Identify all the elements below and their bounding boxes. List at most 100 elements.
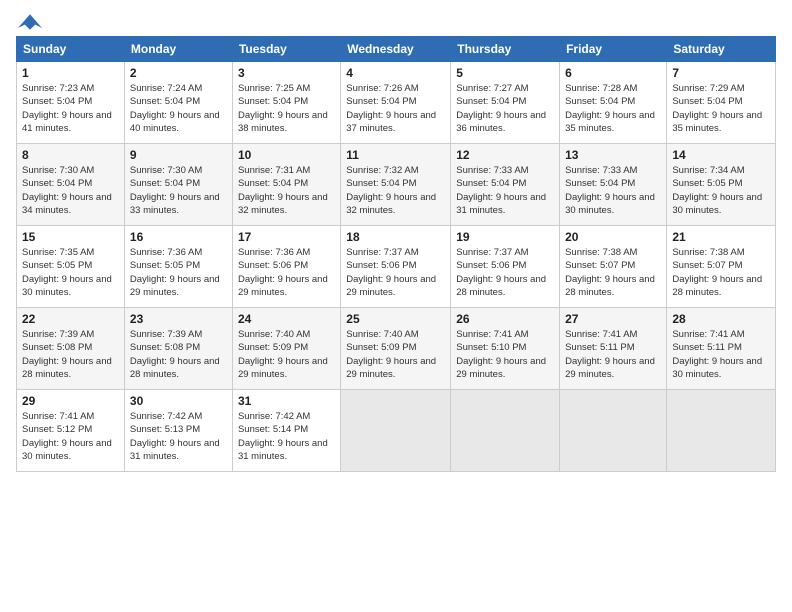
day-number: 18 bbox=[346, 230, 445, 244]
calendar-cell bbox=[560, 390, 667, 472]
calendar-cell: 6 Sunrise: 7:28 AMSunset: 5:04 PMDaylight… bbox=[560, 62, 667, 144]
day-number: 30 bbox=[130, 394, 227, 408]
day-info: Sunrise: 7:41 AMSunset: 5:12 PMDaylight:… bbox=[22, 410, 119, 463]
calendar-cell bbox=[451, 390, 560, 472]
calendar-cell: 24 Sunrise: 7:40 AMSunset: 5:09 PMDayligh… bbox=[232, 308, 340, 390]
calendar-cell: 18 Sunrise: 7:37 AMSunset: 5:06 PMDayligh… bbox=[341, 226, 451, 308]
day-number: 29 bbox=[22, 394, 119, 408]
day-info: Sunrise: 7:32 AMSunset: 5:04 PMDaylight:… bbox=[346, 164, 445, 217]
calendar-cell: 2 Sunrise: 7:24 AMSunset: 5:04 PMDaylight… bbox=[124, 62, 232, 144]
day-info: Sunrise: 7:25 AMSunset: 5:04 PMDaylight:… bbox=[238, 82, 335, 135]
calendar-cell bbox=[341, 390, 451, 472]
day-number: 22 bbox=[22, 312, 119, 326]
weekday-header: Monday bbox=[124, 37, 232, 62]
day-number: 4 bbox=[346, 66, 445, 80]
day-info: Sunrise: 7:35 AMSunset: 5:05 PMDaylight:… bbox=[22, 246, 119, 299]
calendar-cell: 23Sunrise: 7:39 AMSunset: 5:08 PMDayligh… bbox=[124, 308, 232, 390]
calendar-cell: 22 Sunrise: 7:39 AMSunset: 5:08 PMDayligh… bbox=[17, 308, 125, 390]
calendar-cell: 1 Sunrise: 7:23 AMSunset: 5:04 PMDaylight… bbox=[17, 62, 125, 144]
calendar-week-row: 22 Sunrise: 7:39 AMSunset: 5:08 PMDayligh… bbox=[17, 308, 776, 390]
day-info: Sunrise: 7:23 AMSunset: 5:04 PMDaylight:… bbox=[22, 82, 119, 135]
weekday-header: Thursday bbox=[451, 37, 560, 62]
calendar-cell: 8 Sunrise: 7:30 AMSunset: 5:04 PMDaylight… bbox=[17, 144, 125, 226]
calendar-cell: 3 Sunrise: 7:25 AMSunset: 5:04 PMDaylight… bbox=[232, 62, 340, 144]
day-info: Sunrise: 7:42 AMSunset: 5:13 PMDaylight:… bbox=[130, 410, 227, 463]
calendar-cell: 20 Sunrise: 7:38 AMSunset: 5:07 PMDayligh… bbox=[560, 226, 667, 308]
day-info: Sunrise: 7:27 AMSunset: 5:04 PMDaylight:… bbox=[456, 82, 554, 135]
day-number: 24 bbox=[238, 312, 335, 326]
calendar-cell: 14 Sunrise: 7:34 AMSunset: 5:05 PMDayligh… bbox=[667, 144, 776, 226]
weekday-header: Sunday bbox=[17, 37, 125, 62]
day-number: 5 bbox=[456, 66, 554, 80]
day-number: 13 bbox=[565, 148, 661, 162]
calendar-cell: 4 Sunrise: 7:26 AMSunset: 5:04 PMDaylight… bbox=[341, 62, 451, 144]
day-number: 11 bbox=[346, 148, 445, 162]
day-number: 1 bbox=[22, 66, 119, 80]
day-info: Sunrise: 7:39 AMSunset: 5:08 PMDaylight:… bbox=[22, 328, 119, 381]
weekday-header-row: SundayMondayTuesdayWednesdayThursdayFrid… bbox=[17, 37, 776, 62]
calendar-week-row: 15 Sunrise: 7:35 AMSunset: 5:05 PMDayligh… bbox=[17, 226, 776, 308]
day-info: Sunrise: 7:38 AMSunset: 5:07 PMDaylight:… bbox=[672, 246, 770, 299]
calendar-cell: 21 Sunrise: 7:38 AMSunset: 5:07 PMDayligh… bbox=[667, 226, 776, 308]
day-number: 9 bbox=[130, 148, 227, 162]
day-info: Sunrise: 7:31 AMSunset: 5:04 PMDaylight:… bbox=[238, 164, 335, 217]
day-info: Sunrise: 7:41 AMSunset: 5:11 PMDaylight:… bbox=[565, 328, 661, 381]
calendar-cell: 26Sunrise: 7:41 AMSunset: 5:10 PMDayligh… bbox=[451, 308, 560, 390]
day-info: Sunrise: 7:34 AMSunset: 5:05 PMDaylight:… bbox=[672, 164, 770, 217]
day-number: 25 bbox=[346, 312, 445, 326]
day-info: Sunrise: 7:41 AMSunset: 5:10 PMDaylight:… bbox=[456, 328, 554, 381]
calendar-cell: 12 Sunrise: 7:33 AMSunset: 5:04 PMDayligh… bbox=[451, 144, 560, 226]
calendar-cell: 15 Sunrise: 7:35 AMSunset: 5:05 PMDayligh… bbox=[17, 226, 125, 308]
day-info: Sunrise: 7:26 AMSunset: 5:04 PMDaylight:… bbox=[346, 82, 445, 135]
calendar-cell: 30 Sunrise: 7:42 AMSunset: 5:13 PMDayligh… bbox=[124, 390, 232, 472]
day-number: 16 bbox=[130, 230, 227, 244]
day-info: Sunrise: 7:36 AMSunset: 5:06 PMDaylight:… bbox=[238, 246, 335, 299]
day-info: Sunrise: 7:40 AMSunset: 5:09 PMDaylight:… bbox=[346, 328, 445, 381]
calendar-cell: 25 Sunrise: 7:40 AMSunset: 5:09 PMDayligh… bbox=[341, 308, 451, 390]
day-info: Sunrise: 7:30 AMSunset: 5:04 PMDaylight:… bbox=[22, 164, 119, 217]
calendar-cell: 16 Sunrise: 7:36 AMSunset: 5:05 PMDayligh… bbox=[124, 226, 232, 308]
calendar-week-row: 1 Sunrise: 7:23 AMSunset: 5:04 PMDaylight… bbox=[17, 62, 776, 144]
day-info: Sunrise: 7:42 AMSunset: 5:14 PMDaylight:… bbox=[238, 410, 335, 463]
calendar-cell: 31Sunrise: 7:42 AMSunset: 5:14 PMDayligh… bbox=[232, 390, 340, 472]
day-number: 15 bbox=[22, 230, 119, 244]
day-info: Sunrise: 7:30 AMSunset: 5:04 PMDaylight:… bbox=[130, 164, 227, 217]
calendar-cell: 29 Sunrise: 7:41 AMSunset: 5:12 PMDayligh… bbox=[17, 390, 125, 472]
day-number: 20 bbox=[565, 230, 661, 244]
calendar-cell: 19Sunrise: 7:37 AMSunset: 5:06 PMDayligh… bbox=[451, 226, 560, 308]
day-info: Sunrise: 7:38 AMSunset: 5:07 PMDaylight:… bbox=[565, 246, 661, 299]
day-info: Sunrise: 7:29 AMSunset: 5:04 PMDaylight:… bbox=[672, 82, 770, 135]
day-number: 21 bbox=[672, 230, 770, 244]
day-info: Sunrise: 7:36 AMSunset: 5:05 PMDaylight:… bbox=[130, 246, 227, 299]
calendar-container: SundayMondayTuesdayWednesdayThursdayFrid… bbox=[0, 0, 792, 482]
header-row bbox=[16, 12, 776, 28]
calendar-cell: 11 Sunrise: 7:32 AMSunset: 5:04 PMDayligh… bbox=[341, 144, 451, 226]
day-info: Sunrise: 7:24 AMSunset: 5:04 PMDaylight:… bbox=[130, 82, 227, 135]
calendar-cell: 5 Sunrise: 7:27 AMSunset: 5:04 PMDaylight… bbox=[451, 62, 560, 144]
day-number: 28 bbox=[672, 312, 770, 326]
day-number: 17 bbox=[238, 230, 335, 244]
day-number: 2 bbox=[130, 66, 227, 80]
calendar-cell: 27 Sunrise: 7:41 AMSunset: 5:11 PMDayligh… bbox=[560, 308, 667, 390]
day-number: 3 bbox=[238, 66, 335, 80]
day-info: Sunrise: 7:41 AMSunset: 5:11 PMDaylight:… bbox=[672, 328, 770, 381]
day-number: 7 bbox=[672, 66, 770, 80]
day-info: Sunrise: 7:39 AMSunset: 5:08 PMDaylight:… bbox=[130, 328, 227, 381]
day-info: Sunrise: 7:37 AMSunset: 5:06 PMDaylight:… bbox=[346, 246, 445, 299]
calendar-cell: 28 Sunrise: 7:41 AMSunset: 5:11 PMDayligh… bbox=[667, 308, 776, 390]
day-number: 10 bbox=[238, 148, 335, 162]
weekday-header: Tuesday bbox=[232, 37, 340, 62]
calendar-cell: 7 Sunrise: 7:29 AMSunset: 5:04 PMDaylight… bbox=[667, 62, 776, 144]
day-number: 14 bbox=[672, 148, 770, 162]
day-number: 6 bbox=[565, 66, 661, 80]
day-number: 12 bbox=[456, 148, 554, 162]
calendar-week-row: 8 Sunrise: 7:30 AMSunset: 5:04 PMDaylight… bbox=[17, 144, 776, 226]
day-info: Sunrise: 7:28 AMSunset: 5:04 PMDaylight:… bbox=[565, 82, 661, 135]
calendar-cell bbox=[667, 390, 776, 472]
day-number: 8 bbox=[22, 148, 119, 162]
calendar-cell: 10 Sunrise: 7:31 AMSunset: 5:04 PMDayligh… bbox=[232, 144, 340, 226]
calendar-cell: 13Sunrise: 7:33 AMSunset: 5:04 PMDayligh… bbox=[560, 144, 667, 226]
day-number: 27 bbox=[565, 312, 661, 326]
day-info: Sunrise: 7:33 AMSunset: 5:04 PMDaylight:… bbox=[456, 164, 554, 217]
day-info: Sunrise: 7:40 AMSunset: 5:09 PMDaylight:… bbox=[238, 328, 335, 381]
